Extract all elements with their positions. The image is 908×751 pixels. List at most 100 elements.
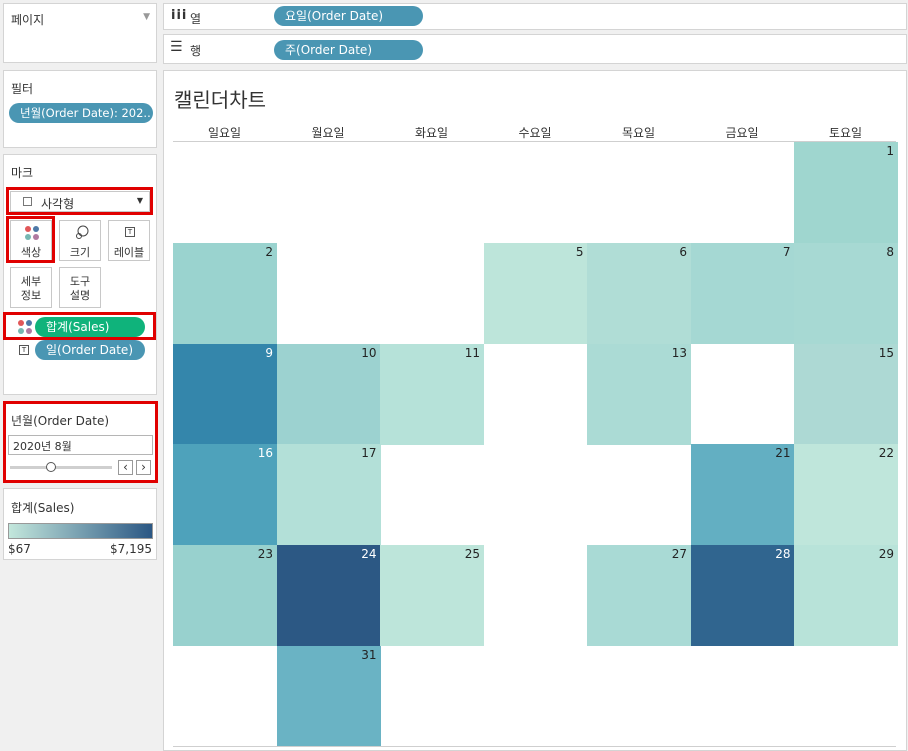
day-number: 6 (679, 244, 687, 259)
date-filter-value: 2020년 8월 (13, 440, 72, 453)
detail-button-label: 세부 정보 (20, 275, 42, 302)
calendar-cell[interactable]: 13 (587, 343, 691, 445)
filters-panel-title: 필터 (11, 82, 34, 96)
color-button-label: 색상 (20, 246, 42, 259)
calendar-cell[interactable]: 29 (794, 545, 898, 647)
filter-pill-year-month[interactable]: 년월(Order Date): 202.. (9, 103, 153, 123)
chart-title: 캘린더차트 (174, 88, 266, 112)
calendar-cell[interactable]: 25 (380, 545, 484, 647)
weekday-header: 토요일 (828, 126, 863, 140)
day-number: 17 (361, 446, 377, 461)
marks-panel-title: 마크 (11, 166, 34, 180)
columns-shelf-label: 열 (190, 12, 202, 26)
filters-panel[interactable]: 필터 년월(Order Date): 202.. (3, 70, 157, 148)
columns-pill-weekday[interactable]: 요일(Order Date) (274, 6, 423, 26)
day-number: 29 (878, 547, 894, 562)
calendar-cell[interactable]: 1 (794, 142, 898, 243)
weekday-header: 일요일 (207, 126, 242, 140)
day-number: 10 (361, 345, 377, 360)
date-filter-card: 년월(Order Date) 2020년 8월 ‹ › (3, 401, 157, 481)
day-number: 21 (775, 446, 791, 461)
calendar-cell[interactable]: 16 (173, 444, 277, 546)
rows-pill-week[interactable]: 주(Order Date) (274, 40, 423, 60)
marks-field-pill-sales[interactable]: 합계(Sales) (35, 317, 145, 337)
calendar-cell[interactable]: 27 (587, 545, 691, 647)
day-number: 11 (464, 345, 480, 360)
weekday-header: 목요일 (621, 126, 656, 140)
chevron-right-icon: › (141, 460, 146, 474)
label-button-label: 레이블 (113, 246, 145, 259)
calendar-cell[interactable]: 10 (276, 343, 381, 445)
legend-gradient-bar (8, 523, 153, 539)
mark-type-select[interactable]: 사각형 ▼ (10, 191, 150, 212)
chevron-down-icon: ▼ (136, 196, 143, 205)
day-number: 8 (886, 244, 894, 259)
weekday-header: 월요일 (311, 126, 345, 140)
prev-button[interactable]: ‹ (118, 460, 133, 475)
rows-icon: ☰ (170, 39, 183, 55)
calendar-cell[interactable]: 11 (380, 343, 484, 445)
tooltip-button[interactable]: 도구 설명 (59, 267, 101, 308)
columns-icon: iii (171, 8, 188, 23)
calendar-cell[interactable]: 5 (483, 242, 588, 344)
day-number: 24 (361, 547, 377, 562)
detail-button[interactable]: 세부 정보 (10, 267, 52, 308)
mark-type-label: 사각형 (41, 197, 75, 211)
calendar-cell[interactable]: 8 (794, 242, 898, 344)
calendar-cell[interactable]: 17 (276, 444, 381, 546)
day-number: 25 (464, 547, 480, 562)
day-number: 16 (257, 446, 273, 461)
weekday-header: 금요일 (725, 126, 759, 140)
text-label-icon: T (19, 345, 29, 355)
color-legend: 합계(Sales) $67 $7,195 (3, 488, 157, 560)
color-button[interactable]: 색상 (10, 220, 52, 261)
calendar-cell[interactable]: 31 (276, 646, 381, 747)
legend-title: 합계(Sales) (11, 501, 75, 515)
pages-panel-dropdown-icon[interactable]: ▼ (143, 12, 150, 22)
bottom-divider (173, 746, 896, 747)
date-filter-title: 년월(Order Date) (11, 414, 110, 428)
calendar-cell[interactable]: 21 (690, 444, 795, 546)
weekday-header: 화요일 (414, 126, 449, 140)
legend-max-label: $7,195 (110, 542, 152, 556)
square-icon (23, 197, 32, 206)
date-filter-value-box[interactable]: 2020년 8월 (8, 435, 153, 455)
marks-panel: 마크 사각형 ▼ 색상 크기 T 레이블 세부 정보 도구 설명 합계(Sale… (3, 154, 157, 395)
day-number: 31 (361, 648, 377, 662)
color-dots-icon (25, 226, 39, 240)
date-slider-track[interactable] (10, 466, 112, 469)
calendar-cell[interactable]: 2 (173, 242, 277, 344)
day-number: 5 (575, 244, 584, 259)
next-button[interactable]: › (136, 460, 151, 475)
date-slider-thumb[interactable] (45, 462, 56, 472)
color-dots-icon (18, 320, 32, 334)
weekday-header: 수요일 (518, 126, 552, 140)
label-button[interactable]: T 레이블 (108, 220, 150, 261)
size-button-label: 크기 (69, 246, 91, 259)
day-number: 9 (265, 345, 273, 360)
calendar-cell[interactable]: 9 (173, 343, 277, 445)
text-label-icon: T (125, 227, 135, 237)
calendar-cell[interactable]: 23 (173, 545, 277, 647)
calendar-cell[interactable]: 28 (690, 545, 795, 647)
pages-panel-title: 페이지 (11, 13, 45, 27)
day-number: 1 (886, 144, 894, 158)
calendar-cell[interactable]: 7 (690, 242, 795, 344)
legend-min-label: $67 (8, 542, 31, 556)
calendar-cell[interactable]: 22 (794, 444, 898, 546)
rows-shelf-label: 행 (190, 44, 202, 58)
day-number: 7 (782, 244, 791, 259)
calendar-cell[interactable]: 24 (276, 545, 381, 647)
calendar-cell[interactable]: 6 (587, 242, 691, 344)
day-number: 15 (878, 345, 894, 360)
marks-field-pill-day[interactable]: 일(Order Date) (35, 340, 145, 360)
tooltip-button-label: 도구 설명 (69, 275, 91, 302)
calendar-cell[interactable]: 15 (794, 343, 898, 445)
day-number: 13 (671, 345, 687, 360)
header-divider (173, 141, 896, 142)
size-icon (76, 225, 89, 239)
pages-panel[interactable]: 페이지 ▼ (3, 3, 157, 63)
size-button[interactable]: 크기 (59, 220, 101, 261)
rows-shelf[interactable]: ☰ 행 주(Order Date) (163, 34, 907, 64)
columns-shelf[interactable]: iii 열 요일(Order Date) (163, 3, 907, 30)
